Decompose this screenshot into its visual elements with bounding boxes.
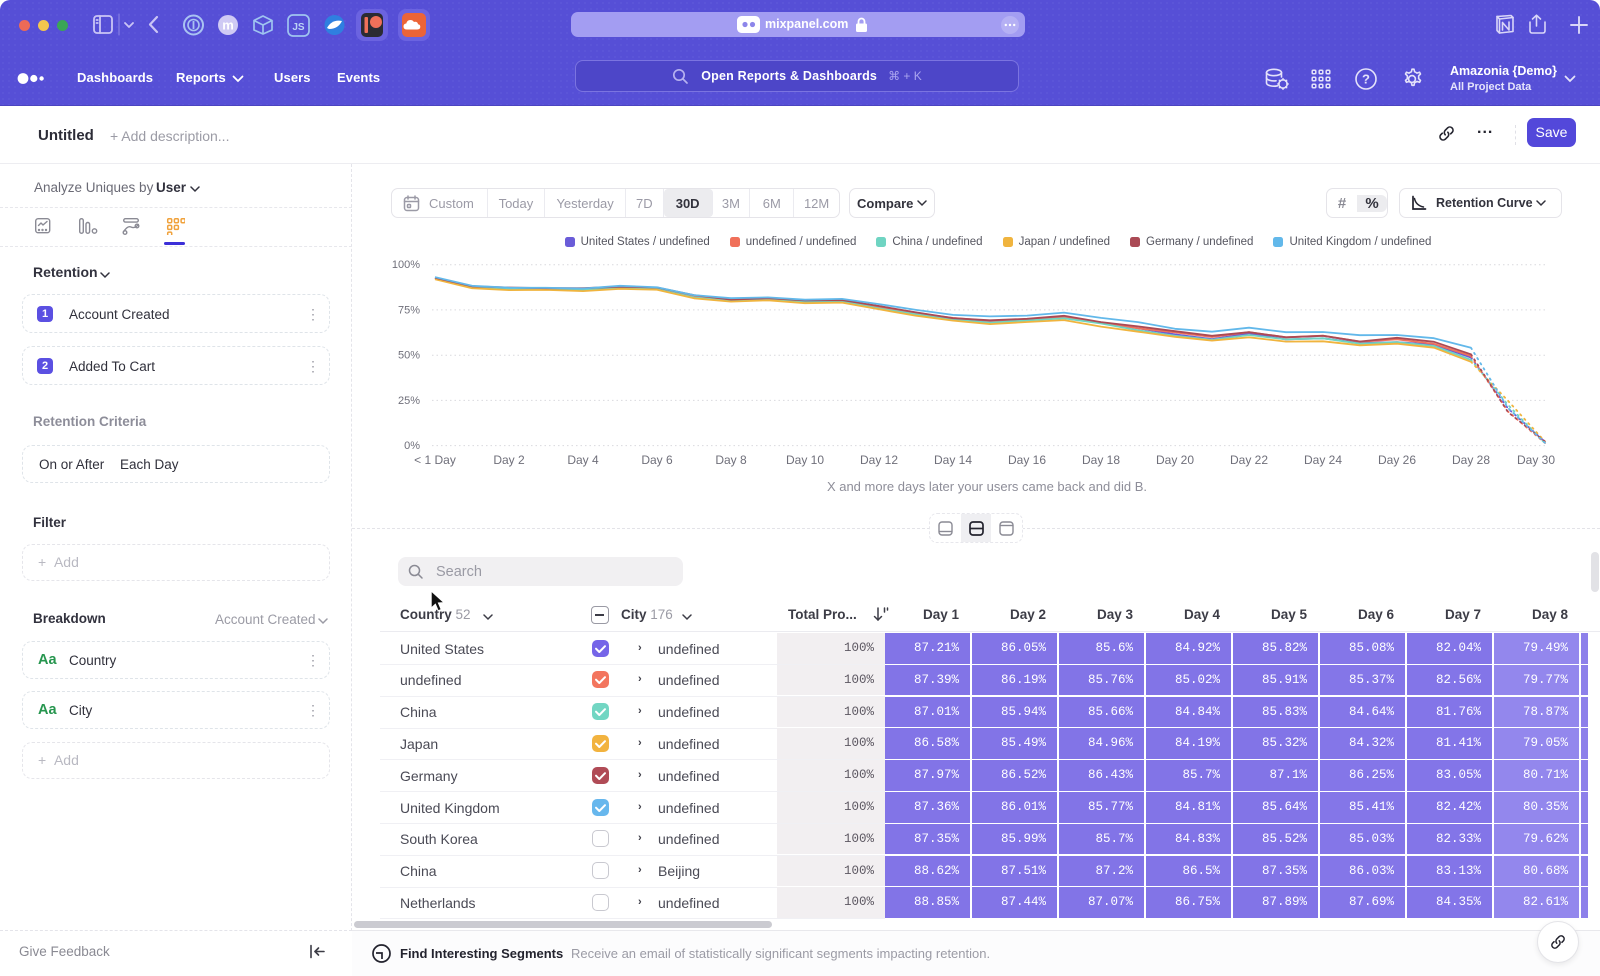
svg-text:< 1 Day: < 1 Day [414,453,456,467]
svg-text:Day 24: Day 24 [1304,453,1342,467]
svg-text:Day 2: Day 2 [493,453,525,467]
svg-text:Day 18: Day 18 [1082,453,1120,467]
svg-text:50%: 50% [398,350,420,362]
svg-text:75%: 75% [398,304,420,316]
svg-text:0%: 0% [404,440,420,452]
svg-text:Day 30: Day 30 [1517,453,1555,467]
svg-text:X and more days later your use: X and more days later your users came ba… [827,479,1147,494]
svg-text:Day 16: Day 16 [1008,453,1046,467]
svg-text:Day 26: Day 26 [1378,453,1416,467]
svg-text:Day 20: Day 20 [1156,453,1194,467]
svg-text:Day 22: Day 22 [1230,453,1268,467]
svg-text:Day 28: Day 28 [1452,453,1490,467]
svg-text:25%: 25% [398,395,420,407]
svg-text:JS: JS [292,22,305,33]
svg-text:100%: 100% [392,259,420,271]
svg-text:Day 14: Day 14 [934,453,972,467]
svg-text:Day 10: Day 10 [786,453,824,467]
svg-text:m: m [222,18,234,33]
svg-text:Day 4: Day 4 [567,453,599,467]
svg-text:?: ? [1362,72,1370,87]
svg-text:Day 6: Day 6 [641,453,673,467]
svg-text:Day 12: Day 12 [860,453,898,467]
svg-text:Day 8: Day 8 [715,453,747,467]
